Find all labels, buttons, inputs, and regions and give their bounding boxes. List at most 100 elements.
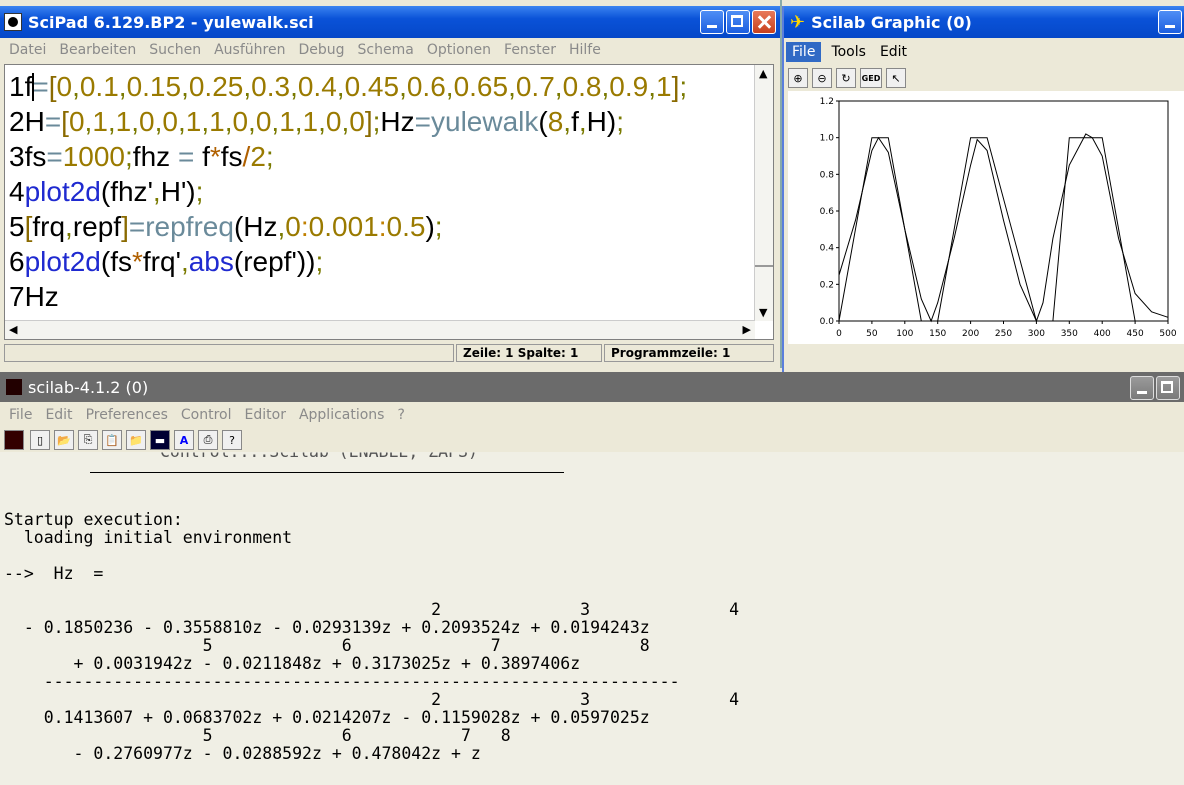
- den-exponents-1: 2 3 4: [4, 690, 740, 709]
- menu-debug[interactable]: Debug: [298, 42, 344, 58]
- code-line[interactable]: 1f=[0,0.1,0.15,0.25,0.3,0.4,0.45,0.6,0.6…: [9, 69, 687, 105]
- line-number: 4: [9, 176, 25, 207]
- scilab-bird-icon: ✈: [790, 11, 806, 33]
- code-line[interactable]: 6plot2d(fs*frq',abs(repf'));: [9, 244, 323, 280]
- menu-datei[interactable]: Datei: [9, 42, 46, 58]
- pointer-icon[interactable]: ↖: [886, 68, 906, 88]
- line-number: 5: [9, 211, 25, 242]
- scroll-down-icon[interactable]: ▼: [759, 306, 767, 319]
- x-tick-label: 350: [1061, 329, 1078, 339]
- line-code: H=[0,1,1,0,0,1,1,0,0,1,1,0,0];Hz=yulewal…: [24, 106, 624, 137]
- den-exponents-2: 5 6 7 8: [4, 726, 511, 745]
- copy-icon[interactable]: ⎘: [78, 430, 98, 450]
- line-code: plot2d(fs*frq',abs(repf'));: [24, 246, 324, 277]
- line-number: 6: [9, 246, 25, 277]
- editor-vertical-scrollbar[interactable]: ▲ ▼: [754, 65, 773, 321]
- menu-ausfuehren[interactable]: Ausführen: [214, 42, 285, 58]
- code-line[interactable]: 4plot2d(fhz',H');: [9, 174, 203, 210]
- menu-fenster[interactable]: Fenster: [504, 42, 556, 58]
- yulewalk-chart: 0 50 100 150 200 250 300 350 400 450 500 0.0 0.2 0.4 0…: [820, 97, 1177, 339]
- x-tick-label: 500: [1159, 329, 1176, 339]
- y-tick-label: 0.6: [820, 207, 835, 217]
- paste-icon[interactable]: 📋: [102, 430, 122, 450]
- console-startup: Startup execution:: [4, 510, 183, 529]
- console-output[interactable]: Control....Scilab (ENABLE, ZAPS) Startup…: [0, 452, 1184, 785]
- x-tick-label: 300: [1028, 329, 1045, 339]
- menu-bearbeiten[interactable]: Bearbeiten: [59, 42, 136, 58]
- graphic-title: Scilab Graphic (0): [811, 12, 972, 32]
- status-program-line: Programmzeile: 1: [604, 344, 774, 362]
- menu-edit[interactable]: Edit: [880, 44, 907, 60]
- menu-applications[interactable]: Applications: [299, 407, 385, 423]
- x-tick-label: 150: [929, 329, 946, 339]
- scroll-right-icon[interactable]: ▶: [743, 323, 751, 336]
- console-maximize-button[interactable]: [1156, 376, 1180, 400]
- code-line[interactable]: 2H=[0,1,1,0,0,1,1,0,0,1,1,0,0];Hz=yulewa…: [9, 104, 624, 140]
- minimize-button[interactable]: [700, 10, 724, 34]
- scroll-left-icon[interactable]: ◀: [9, 323, 17, 336]
- num-exponents-1: 2 3 4: [4, 600, 740, 619]
- scipad-titlebar[interactable]: SciPad 6.129.BP2 - yulewalk.sci: [0, 6, 780, 38]
- ged-button[interactable]: GED: [860, 68, 882, 88]
- scroll-up-icon[interactable]: ▲: [759, 67, 767, 80]
- zoom-out-icon[interactable]: ⊖: [812, 68, 832, 88]
- fraction-divider: ----------------------------------------…: [4, 672, 680, 691]
- scipad-statusbar: Zeile: 1 Spalte: 1 Programmzeile: 1: [4, 342, 776, 364]
- console-underline: [90, 472, 564, 473]
- zoom-in-icon[interactable]: ⊕: [788, 68, 808, 88]
- line-code: f=[0,0.1,0.15,0.25,0.3,0.4,0.45,0.6,0.65…: [24, 71, 688, 102]
- editor-horizontal-scrollbar[interactable]: ◀ ▶: [5, 320, 755, 339]
- console-loading: loading initial environment: [4, 528, 293, 547]
- line-code: fs=1000;fhz = f*fs/2;: [24, 141, 274, 172]
- x-tick-label: 400: [1094, 329, 1111, 339]
- console-toolbar: ▯ 📂 ⎘ 📋 📁 ▬ A ⎙ ?: [0, 428, 400, 452]
- x-tick-label: 200: [962, 329, 979, 339]
- menu-tools[interactable]: Tools: [831, 44, 866, 60]
- console-prompt: --> Hz =: [4, 564, 104, 583]
- x-tick-label: 450: [1127, 329, 1144, 339]
- console-icon[interactable]: ▬: [150, 430, 170, 450]
- menu-file[interactable]: File: [786, 42, 822, 62]
- close-button[interactable]: [752, 10, 776, 34]
- status-position: Zeile: 1 Spalte: 1: [456, 344, 602, 362]
- menu-help[interactable]: ?: [397, 407, 404, 423]
- line-number: 1: [9, 71, 25, 102]
- scroll-thumb[interactable]: [755, 265, 773, 267]
- code-line[interactable]: 3fs=1000;fhz = f*fs/2;: [9, 139, 274, 175]
- y-tick-label: 0.0: [820, 317, 835, 327]
- console-minimize-button[interactable]: [1130, 376, 1154, 400]
- graphic-titlebar[interactable]: ✈ Scilab Graphic (0): [784, 6, 1184, 38]
- new-file-icon[interactable]: ▯: [30, 430, 50, 450]
- menu-hilfe[interactable]: Hilfe: [569, 42, 601, 58]
- console-titlebar[interactable]: scilab-4.1.2 (0): [0, 372, 1184, 402]
- y-tick-label: 0.2: [820, 280, 834, 290]
- menu-suchen[interactable]: Suchen: [149, 42, 201, 58]
- line-code: [frq,repf]=repfreq(Hz,0:0.001:0.5);: [24, 211, 443, 242]
- scilab-console-icon: [6, 379, 22, 395]
- menu-edit[interactable]: Edit: [45, 407, 72, 423]
- scilab-logo-icon[interactable]: [4, 430, 24, 450]
- x-tick-label: 0: [836, 329, 842, 339]
- code-line[interactable]: 7Hz: [9, 279, 59, 315]
- open-file-icon[interactable]: 📂: [54, 430, 74, 450]
- y-tick-label: 0.8: [820, 170, 835, 180]
- code-line[interactable]: 5[frq,repf]=repfreq(Hz,0:0.001:0.5);: [9, 209, 443, 245]
- code-editor[interactable]: 1f=[0,0.1,0.15,0.25,0.3,0.4,0.45,0.6,0.6…: [4, 64, 774, 340]
- print-icon[interactable]: ⎙: [198, 430, 218, 450]
- maximize-button[interactable]: [726, 10, 750, 34]
- menu-file[interactable]: File: [9, 407, 32, 423]
- x-tick-label: 100: [896, 329, 913, 339]
- plot-area[interactable]: 0 50 100 150 200 250 300 350 400 450 500 0.0 0.2 0.4 0…: [788, 91, 1184, 344]
- font-icon[interactable]: A: [174, 430, 194, 450]
- change-dir-icon[interactable]: 📁: [126, 430, 146, 450]
- menu-preferences[interactable]: Preferences: [86, 407, 168, 423]
- menu-editor[interactable]: Editor: [245, 407, 286, 423]
- line-code: Hz: [24, 281, 59, 312]
- menu-control[interactable]: Control: [181, 407, 232, 423]
- graphic-minimize-button[interactable]: [1158, 10, 1182, 34]
- menu-schema[interactable]: Schema: [358, 42, 414, 58]
- rotate-icon[interactable]: ↻: [836, 68, 856, 88]
- help-icon[interactable]: ?: [222, 430, 242, 450]
- x-tick-label: 250: [995, 329, 1012, 339]
- menu-optionen[interactable]: Optionen: [427, 42, 491, 58]
